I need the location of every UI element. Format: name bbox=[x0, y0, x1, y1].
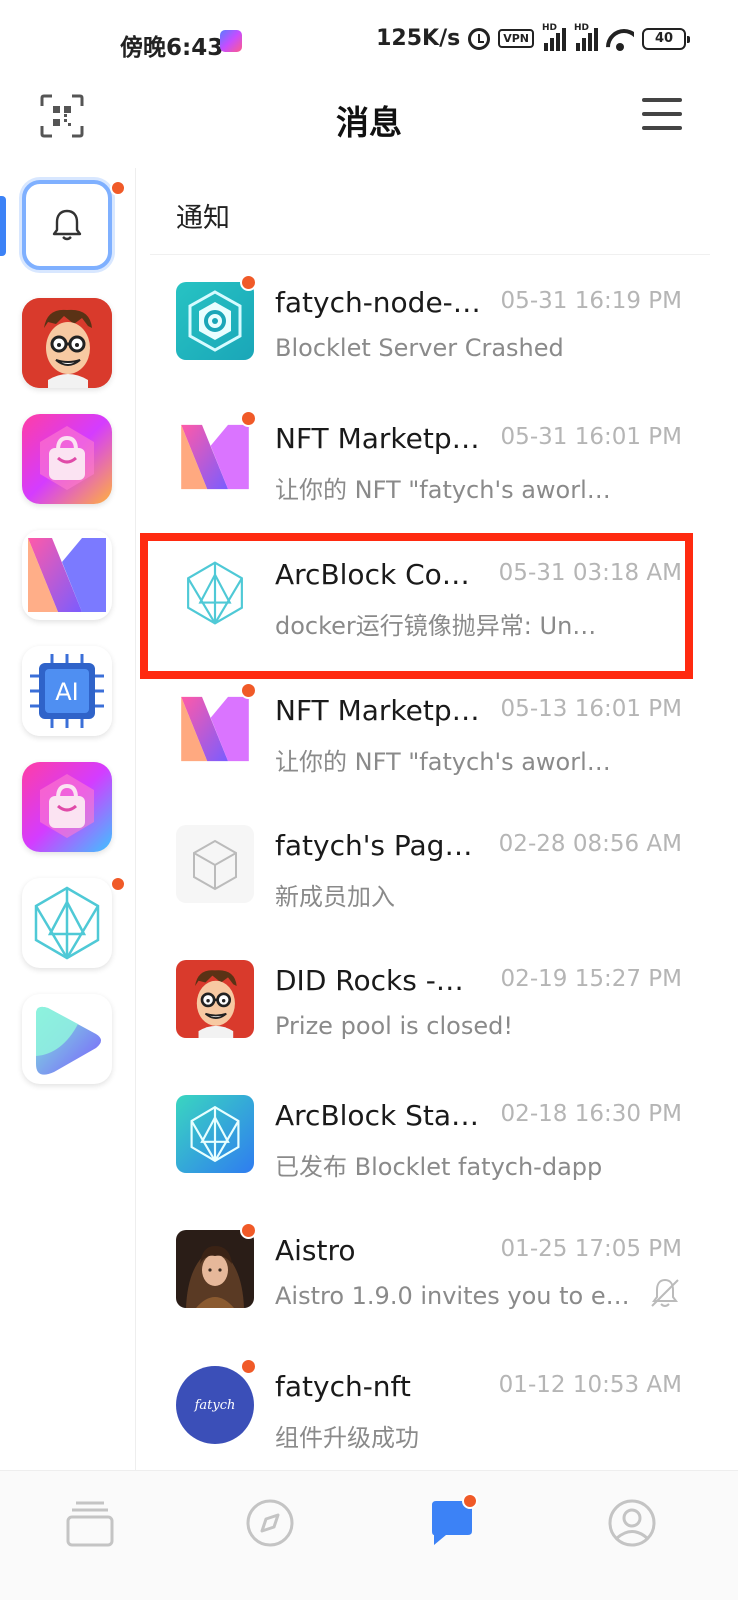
notification-time: 05-31 16:01 PM bbox=[500, 424, 682, 450]
notification-time: 01-25 17:05 PM bbox=[500, 1236, 682, 1262]
cartoon-avatar-icon bbox=[176, 960, 254, 1038]
shopping-bag-icon bbox=[22, 414, 112, 504]
menu-icon[interactable] bbox=[642, 98, 682, 130]
network-speed: 125K/s bbox=[376, 26, 461, 51]
notification-row[interactable]: NFT Marketp… 05-31 16:01 PM 让你的 NFT "fat… bbox=[150, 408, 710, 543]
notification-subtitle: 让你的 NFT "fatych's aworl… bbox=[275, 476, 611, 504]
user-circle-icon[interactable] bbox=[602, 1493, 662, 1553]
alarm-icon bbox=[468, 27, 491, 50]
notification-row[interactable]: fatych-node-… 05-31 16:19 PM Blocklet Se… bbox=[150, 272, 710, 407]
notification-time: 02-28 08:56 AM bbox=[498, 831, 682, 857]
unread-dot bbox=[110, 876, 126, 892]
bell-icon bbox=[52, 209, 82, 241]
vpn-badge: VPN bbox=[498, 29, 534, 48]
wifi-icon bbox=[606, 27, 634, 51]
notification-row[interactable]: NFT Marketp… 05-13 16:01 PM 让你的 NFT "fat… bbox=[150, 680, 710, 815]
notification-row[interactable]: ArcBlock Sta… 02-18 16:30 PM 已发布 Blockle… bbox=[150, 1085, 710, 1220]
header: 消息 bbox=[0, 84, 738, 154]
unread-dot bbox=[462, 1493, 478, 1509]
notification-row[interactable]: Aistro 01-25 17:05 PM Aistro 1.9.0 invit… bbox=[150, 1220, 710, 1355]
sidebar-item-notifications[interactable] bbox=[22, 180, 112, 270]
notification-time: 01-12 10:53 AM bbox=[498, 1372, 682, 1398]
status-time: 傍晚6:43 bbox=[120, 35, 224, 61]
notification-subtitle: 已发布 Blocklet fatych-dapp bbox=[275, 1153, 603, 1181]
section-title: 通知 bbox=[176, 203, 230, 234]
bell-off-icon[interactable] bbox=[648, 1276, 682, 1310]
sidebar-item-ai-app[interactable]: AI bbox=[22, 646, 112, 736]
m-logo-icon bbox=[28, 538, 106, 612]
arcblock-cube-icon bbox=[34, 886, 100, 960]
notification-title: DID Rocks -… bbox=[275, 964, 464, 997]
sidebar-item-nft-store-2[interactable] bbox=[22, 762, 112, 852]
notification-subtitle: 让你的 NFT "fatych's aworl… bbox=[275, 748, 611, 776]
unread-dot bbox=[240, 1222, 257, 1239]
unread-dot bbox=[240, 1358, 257, 1375]
status-indicators: 125K/s VPN HD HD 40 bbox=[376, 23, 690, 51]
notification-title: fatych-node-… bbox=[275, 286, 481, 319]
compass-icon[interactable] bbox=[240, 1493, 300, 1553]
sidebar-item-nft-marketplace[interactable] bbox=[22, 530, 112, 620]
notification-row[interactable]: DID Rocks -… 02-19 15:27 PM Prize pool i… bbox=[150, 950, 710, 1085]
notification-title: NFT Marketp… bbox=[275, 694, 480, 727]
m-logo-icon bbox=[176, 690, 254, 768]
notification-title: fatych-nft bbox=[275, 1370, 411, 1403]
svg-text:AI: AI bbox=[55, 678, 79, 706]
logo-text: fatych bbox=[194, 1397, 236, 1413]
cartoon-avatar-icon bbox=[22, 298, 112, 388]
m-logo-icon bbox=[176, 418, 254, 496]
sidebar-item-play-app[interactable] bbox=[22, 994, 112, 1084]
notification-subtitle: Blocklet Server Crashed bbox=[275, 334, 564, 362]
app-sidebar: AI bbox=[0, 168, 136, 1470]
signal-icon: HD bbox=[542, 23, 566, 51]
stack-icon[interactable] bbox=[60, 1493, 120, 1553]
bottom-nav bbox=[0, 1470, 738, 1600]
cube-outline-icon bbox=[176, 825, 254, 903]
notification-subtitle: Aistro 1.9.0 invites you to e… bbox=[275, 1282, 630, 1310]
unread-dot bbox=[110, 180, 126, 196]
notification-subtitle: Prize pool is closed! bbox=[275, 1012, 513, 1040]
ai-chip-icon: AI bbox=[22, 646, 112, 736]
app-notification-icon bbox=[220, 30, 242, 52]
fatych-logo-icon: fatych bbox=[176, 1366, 254, 1444]
sidebar-item-did-rocks[interactable] bbox=[22, 298, 112, 388]
battery-icon: 40 bbox=[642, 27, 690, 50]
sidebar-item-nft-store[interactable] bbox=[22, 414, 112, 504]
unread-dot bbox=[240, 682, 257, 699]
gear-hexagon-icon bbox=[176, 282, 254, 360]
notification-title: NFT Marketp… bbox=[275, 422, 480, 455]
notification-time: 05-31 16:19 PM bbox=[500, 288, 682, 314]
notification-time: 05-13 16:01 PM bbox=[500, 696, 682, 722]
notification-time: 02-18 16:30 PM bbox=[500, 1101, 682, 1127]
arcblock-cube-icon bbox=[176, 1095, 254, 1173]
notification-subtitle: 组件升级成功 bbox=[275, 1424, 419, 1452]
signal-icon: HD bbox=[574, 23, 598, 51]
active-indicator bbox=[0, 196, 6, 256]
sidebar-item-arcblock[interactable] bbox=[22, 878, 112, 968]
unread-dot bbox=[240, 274, 257, 291]
notification-time: 02-19 15:27 PM bbox=[500, 966, 682, 992]
notification-title: fatych's Pag… bbox=[275, 829, 473, 862]
notification-subtitle: 新成员加入 bbox=[275, 883, 395, 911]
highlight-box bbox=[140, 533, 693, 679]
page-title: 消息 bbox=[336, 103, 402, 142]
portrait-icon bbox=[176, 1230, 254, 1308]
status-bar: 傍晚6:43 125K/s VPN HD HD 40 bbox=[0, 0, 738, 84]
divider bbox=[150, 254, 710, 255]
shopping-bag-icon bbox=[22, 762, 112, 852]
notification-title: ArcBlock Sta… bbox=[275, 1099, 479, 1132]
notification-row[interactable]: fatych's Pag… 02-28 08:56 AM 新成员加入 bbox=[150, 815, 710, 950]
notification-title: Aistro bbox=[275, 1234, 356, 1267]
play-shape-icon bbox=[36, 1006, 101, 1075]
unread-dot bbox=[240, 410, 257, 427]
